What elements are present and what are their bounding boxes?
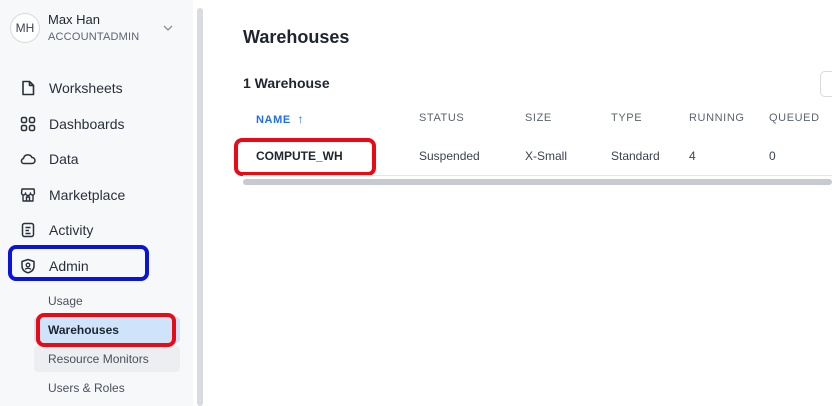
sidebar-item-resource-monitors[interactable]: Resource Monitors xyxy=(34,346,180,372)
sidebar-item-users-roles-label: Users & Roles xyxy=(48,381,125,395)
sort-ascending-icon: ↑ xyxy=(297,112,305,126)
sidebar-scrollbar[interactable] xyxy=(197,8,203,406)
sidebar-item-usage[interactable]: Usage xyxy=(34,288,180,314)
nav-item-worksheets[interactable]: Worksheets xyxy=(0,71,193,105)
nav-label-worksheets: Worksheets xyxy=(49,80,123,96)
storefront-icon xyxy=(20,187,36,203)
table-row-divider xyxy=(243,175,832,176)
table-horizontal-scrollbar[interactable] xyxy=(243,179,832,185)
column-header-name-label: NAME xyxy=(256,114,291,126)
user-menu[interactable]: MH Max Han ACCOUNTADMIN xyxy=(0,0,193,58)
column-header-name[interactable]: NAME ↑ xyxy=(256,112,304,126)
document-icon xyxy=(20,80,36,96)
list-icon xyxy=(20,222,36,238)
nav-item-marketplace[interactable]: Marketplace xyxy=(0,178,193,212)
warehouse-count: 1 Warehouse xyxy=(243,75,330,91)
nav-item-dashboards[interactable]: Dashboards xyxy=(0,107,193,141)
column-header-queued[interactable]: QUEUED xyxy=(769,112,820,124)
cloud-icon xyxy=(20,151,36,167)
toolbar-button[interactable] xyxy=(820,71,832,97)
user-name: Max Han xyxy=(48,12,101,27)
nav-item-activity[interactable]: Activity xyxy=(0,213,193,247)
column-header-size[interactable]: SIZE xyxy=(525,112,552,124)
sidebar-item-resource-monitors-label: Resource Monitors xyxy=(48,352,149,366)
column-header-running[interactable]: RUNNING xyxy=(689,112,745,124)
column-header-status[interactable]: STATUS xyxy=(419,112,464,124)
grid-icon xyxy=(20,116,36,132)
warehouse-type-cell: Standard xyxy=(611,149,660,163)
nav-label-data: Data xyxy=(49,151,79,167)
nav-item-data[interactable]: Data xyxy=(0,142,193,176)
warehouse-running-cell: 4 xyxy=(689,149,696,163)
nav-label-activity: Activity xyxy=(49,222,94,238)
warehouse-status-cell: Suspended xyxy=(419,149,480,163)
admin-highlight-box xyxy=(8,245,149,281)
nav-label-marketplace: Marketplace xyxy=(49,187,126,203)
nav-label-dashboards: Dashboards xyxy=(49,116,125,132)
page-title: Warehouses xyxy=(243,27,350,47)
warehouse-queued-cell: 0 xyxy=(769,149,776,163)
column-header-type[interactable]: TYPE xyxy=(611,112,642,124)
warehouse-name-cell[interactable]: COMPUTE_WH xyxy=(256,149,343,163)
avatar: MH xyxy=(10,13,40,43)
sidebar-item-usage-label: Usage xyxy=(48,294,83,308)
user-role: ACCOUNTADMIN xyxy=(48,31,140,43)
warehouse-size-cell: X-Small xyxy=(525,149,568,163)
chevron-down-icon[interactable] xyxy=(162,23,174,33)
sidebar-item-users-roles[interactable]: Users & Roles xyxy=(34,375,180,401)
warehouses-highlight-box xyxy=(36,313,176,347)
